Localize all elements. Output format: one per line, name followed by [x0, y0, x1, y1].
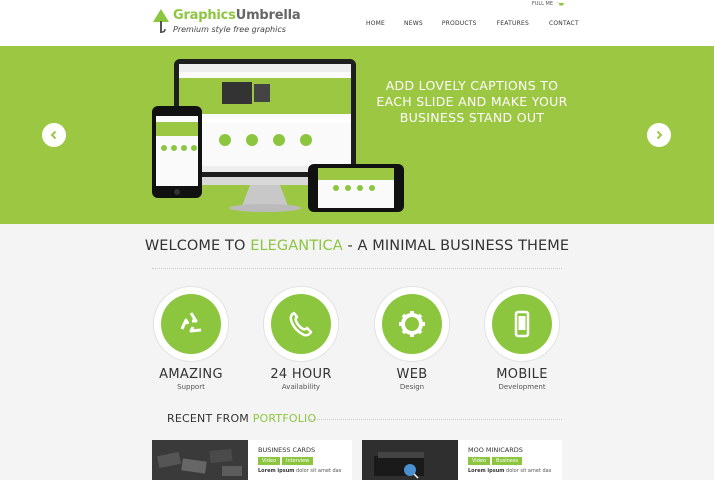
- slider-prev-button[interactable]: [42, 123, 66, 147]
- nav-item-news[interactable]: NEWS: [404, 20, 423, 27]
- feature-subtitle: Support: [177, 383, 205, 391]
- slide-caption: ADD LOVELY CAPTIONS TO EACH SLIDE AND MA…: [376, 78, 568, 125]
- slider-next-button[interactable]: [647, 123, 671, 147]
- divider: [310, 419, 562, 420]
- mobile-icon: [514, 310, 530, 338]
- tree-icon: [153, 9, 169, 33]
- chevron-right-icon: [656, 130, 663, 140]
- feature-icon-ring: [374, 286, 450, 362]
- main-nav: HOME NEWS PRODUCTS FEATURES CONTACT: [366, 20, 579, 27]
- tag-business[interactable]: Business: [492, 457, 523, 465]
- feature-availability[interactable]: 24 HOUR Availability: [246, 286, 356, 391]
- feature-support[interactable]: AMAZING Support: [136, 286, 246, 391]
- gear-icon: [399, 311, 425, 337]
- cart-link[interactable]: FULL ME: [532, 0, 564, 8]
- chevron-left-icon: [50, 130, 57, 140]
- feature-title: WEB: [396, 367, 428, 382]
- cart-label: FULL ME: [531, 1, 553, 7]
- device-mockup-image: [152, 59, 404, 212]
- site-logo[interactable]: GraphicsUmbrella Premium style free grap…: [152, 8, 301, 35]
- feature-subtitle: Design: [399, 383, 425, 391]
- portfolio-item[interactable]: BUSINESS CARDS Video Interview Lorem ips…: [152, 440, 352, 480]
- portfolio-heading: RECENT FROM PORTFOLIO: [167, 412, 317, 425]
- feature-icon-ring: [263, 286, 339, 362]
- feature-title: MOBILE: [496, 367, 548, 382]
- feature-subtitle: Development: [498, 383, 546, 391]
- portfolio-title[interactable]: MOO MINICARDS: [468, 446, 523, 454]
- logo-tagline: Premium style free graphics: [173, 25, 286, 34]
- hero-slider: ADD LOVELY CAPTIONS TO EACH SLIDE AND MA…: [0, 46, 714, 224]
- portfolio-thumbnail[interactable]: [362, 440, 458, 480]
- feature-title: 24 HOUR: [270, 367, 332, 382]
- feature-title: AMAZING: [159, 367, 223, 382]
- tag-interview[interactable]: Interview: [282, 457, 314, 465]
- feature-subtitle: Availability: [281, 383, 321, 391]
- tag-video[interactable]: Video: [468, 457, 491, 465]
- divider: [152, 268, 562, 269]
- feature-mobile[interactable]: MOBILE Development: [467, 286, 577, 391]
- nav-item-contact[interactable]: CONTACT: [549, 20, 579, 27]
- recycle-icon: [180, 312, 202, 333]
- cart-icon: [557, 1, 564, 5]
- logo-name: GraphicsUmbrella: [173, 8, 301, 23]
- portfolio-excerpt: Lorem ipsum dolor sit amet das: [258, 468, 342, 474]
- feature-web-design[interactable]: WEB Design: [357, 286, 467, 391]
- portfolio-excerpt: Lorem ipsum dolor sit amet das: [468, 468, 552, 474]
- feature-icon-ring: [153, 286, 229, 362]
- portfolio-item[interactable]: MOO MINICARDS Video Business Lorem ipsum…: [362, 440, 562, 480]
- nav-item-products[interactable]: PRODUCTS: [442, 20, 477, 27]
- phone-icon: [289, 311, 313, 337]
- portfolio-title[interactable]: BUSINESS CARDS: [258, 446, 315, 454]
- nav-item-home[interactable]: HOME: [366, 20, 385, 27]
- portfolio-thumbnail[interactable]: [152, 440, 248, 480]
- feature-icon-ring: [484, 286, 560, 362]
- tag-video[interactable]: Video: [258, 457, 281, 465]
- site-header: FULL ME GraphicsUmbrella Premium style f…: [0, 0, 714, 46]
- nav-item-features[interactable]: FEATURES: [497, 20, 529, 27]
- welcome-heading: WELCOME TO ELEGANTICA - A MINIMAL BUSINE…: [144, 238, 570, 254]
